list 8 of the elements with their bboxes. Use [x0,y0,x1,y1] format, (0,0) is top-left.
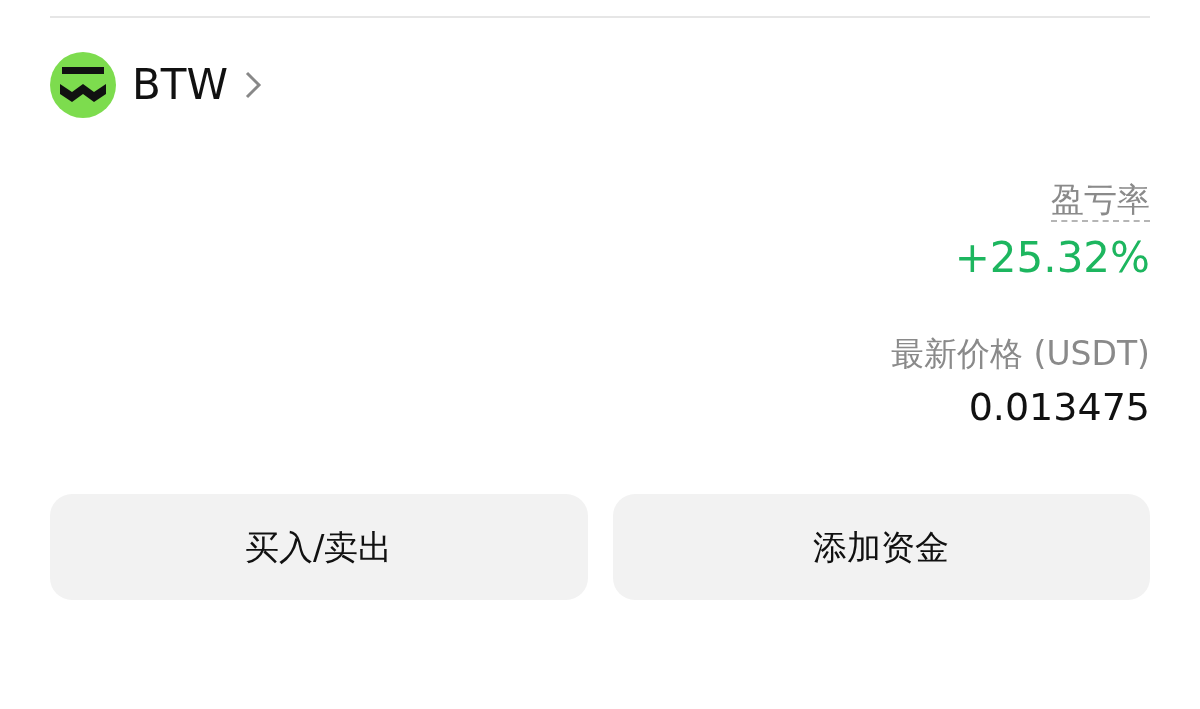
pnl-rate-value: +25.32% [954,231,1150,284]
action-button[interactable]: 买入/卖出 [50,494,588,600]
coin-logo-icon [50,52,116,118]
price-value: 0.013475 [968,383,1150,431]
action-button[interactable]: 添加资金 [612,494,1150,600]
stat-label: 最新价格 (USDT) [891,334,1150,374]
chevron-right-icon[interactable] [244,69,262,101]
asset-symbol[interactable]: BTW [132,64,228,106]
